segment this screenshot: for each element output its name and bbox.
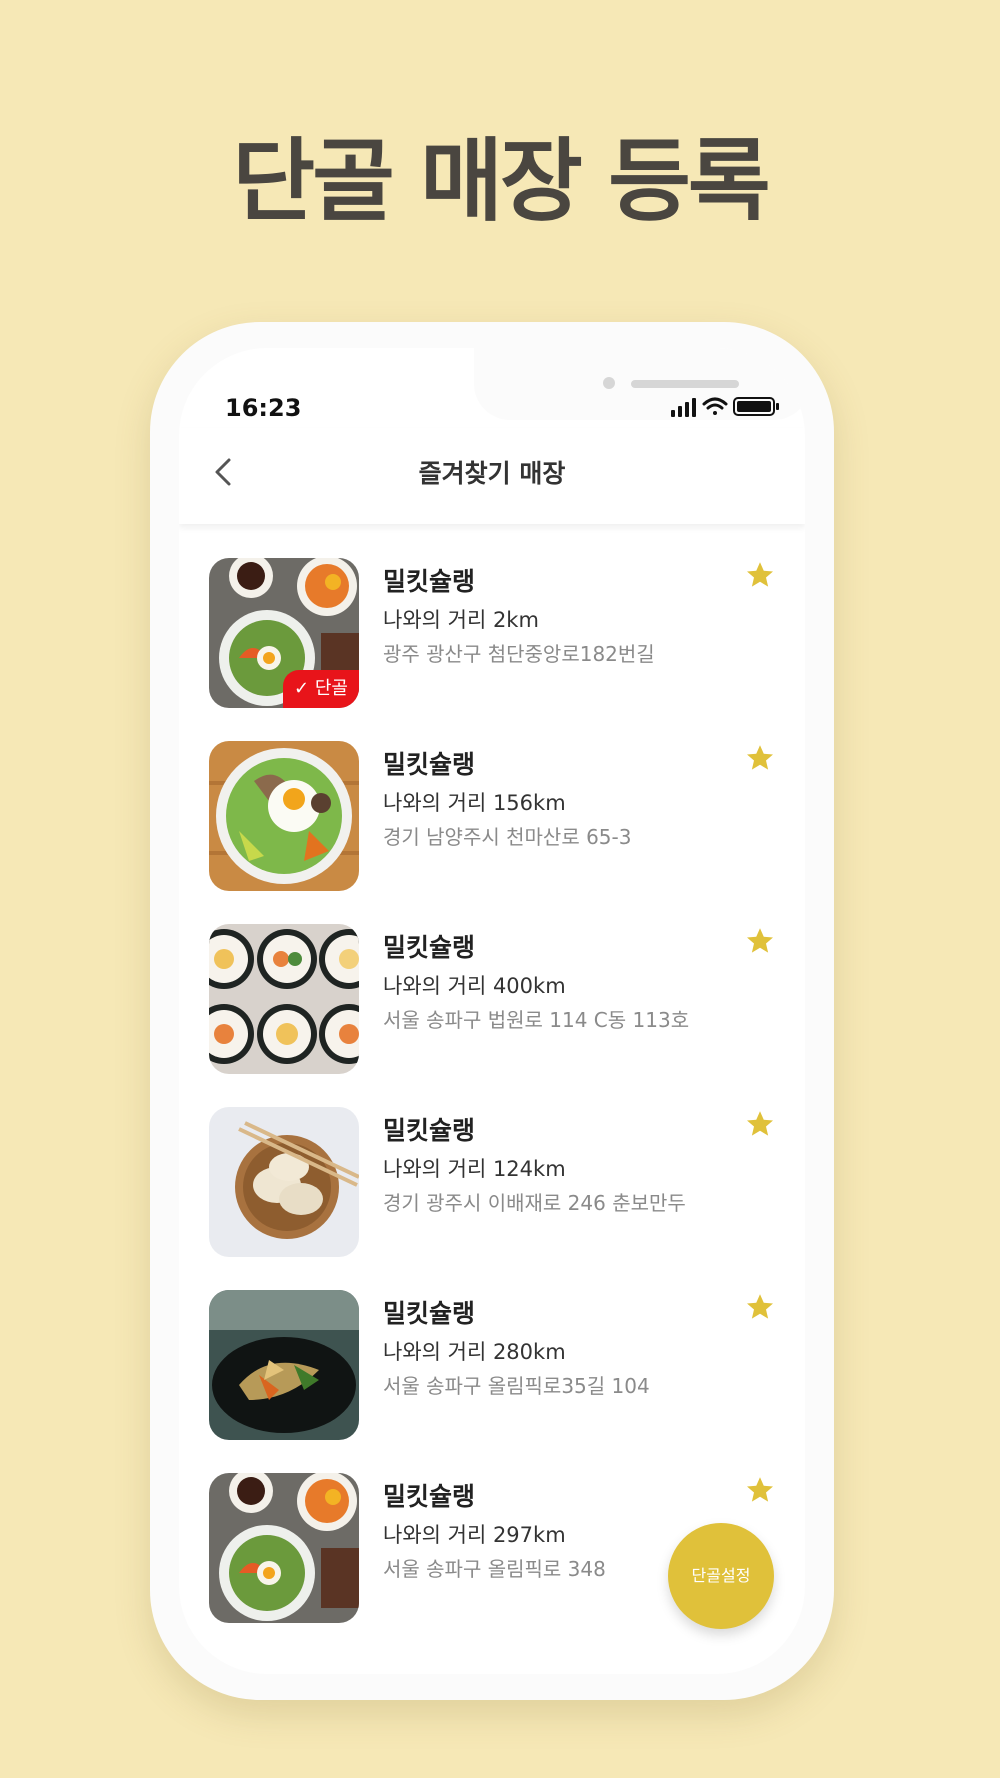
store-address: 서울 송파구 올림픽로 348 xyxy=(383,1557,606,1581)
store-thumbnail xyxy=(209,1473,359,1623)
regular-badge: ✓ 단골 xyxy=(283,670,359,708)
store-name: 밀킷슐랭 xyxy=(383,750,476,779)
store-thumbnail xyxy=(209,1290,359,1440)
page-title: 즐겨찾기 매장 xyxy=(418,459,566,488)
store-thumbnail xyxy=(209,924,359,1074)
store-name: 밀킷슐랭 xyxy=(383,1299,476,1328)
phone-screen: 16:23 즐겨찾기 매장 ✓ 단골 밀킷슐랭 나와의 거리 2km 광주 광산… xyxy=(179,348,805,1674)
store-distance: 나와의 거리 297km xyxy=(383,1523,566,1547)
star-icon[interactable] xyxy=(745,560,775,590)
star-icon[interactable] xyxy=(745,1292,775,1322)
star-icon[interactable] xyxy=(745,743,775,773)
phone-frame: 16:23 즐겨찾기 매장 ✓ 단골 밀킷슐랭 나와의 거리 2km 광주 광산… xyxy=(150,322,834,1700)
list-item[interactable]: 밀킷슐랭 나와의 거리 156km 경기 남양주시 천마산로 65-3 xyxy=(209,741,779,893)
store-distance: 나와의 거리 156km xyxy=(383,791,566,815)
store-distance: 나와의 거리 400km xyxy=(383,974,566,998)
status-icons xyxy=(671,397,779,417)
list-item[interactable]: ✓ 단골 밀킷슐랭 나와의 거리 2km 광주 광산구 첨단중앙로182번길 xyxy=(209,558,779,710)
status-time: 16:23 xyxy=(225,394,302,422)
list-item[interactable]: 밀킷슐랭 나와의 거리 400km 서울 송파구 법원로 114 C동 113호 xyxy=(209,924,779,1076)
camera-dot xyxy=(603,377,615,389)
store-address: 서울 송파구 법원로 114 C동 113호 xyxy=(383,1008,690,1032)
store-name: 밀킷슐랭 xyxy=(383,567,476,596)
store-distance: 나와의 거리 124km xyxy=(383,1157,566,1181)
store-address: 광주 광산구 첨단중앙로182번길 xyxy=(383,642,655,666)
star-icon[interactable] xyxy=(745,1475,775,1505)
store-thumbnail: ✓ 단골 xyxy=(209,558,359,708)
store-address: 경기 남양주시 천마산로 65-3 xyxy=(383,825,632,849)
store-name: 밀킷슐랭 xyxy=(383,1116,476,1145)
wifi-icon xyxy=(702,397,728,415)
battery-icon xyxy=(733,397,779,416)
set-regular-button[interactable]: 단골설정 xyxy=(668,1523,774,1629)
page-headline: 단골 매장 등록 xyxy=(232,129,770,234)
store-distance: 나와의 거리 2km xyxy=(383,608,539,632)
store-address: 서울 송파구 올림픽로35길 104 xyxy=(383,1374,650,1398)
store-thumbnail xyxy=(209,741,359,891)
store-name: 밀킷슐랭 xyxy=(383,933,476,962)
signal-icon xyxy=(671,398,696,417)
star-icon[interactable] xyxy=(745,926,775,956)
store-name: 밀킷슐랭 xyxy=(383,1482,476,1511)
list-item[interactable]: 밀킷슐랭 나와의 거리 280km 서울 송파구 올림픽로35길 104 xyxy=(209,1290,779,1442)
list-item[interactable]: 밀킷슐랭 나와의 거리 124km 경기 광주시 이배재로 246 춘보만두 xyxy=(209,1107,779,1259)
store-thumbnail xyxy=(209,1107,359,1257)
store-address: 경기 광주시 이배재로 246 춘보만두 xyxy=(383,1191,686,1215)
store-distance: 나와의 거리 280km xyxy=(383,1340,566,1364)
speaker-grille xyxy=(631,380,739,388)
navbar: 즐겨찾기 매장 xyxy=(179,428,805,524)
star-icon[interactable] xyxy=(745,1109,775,1139)
